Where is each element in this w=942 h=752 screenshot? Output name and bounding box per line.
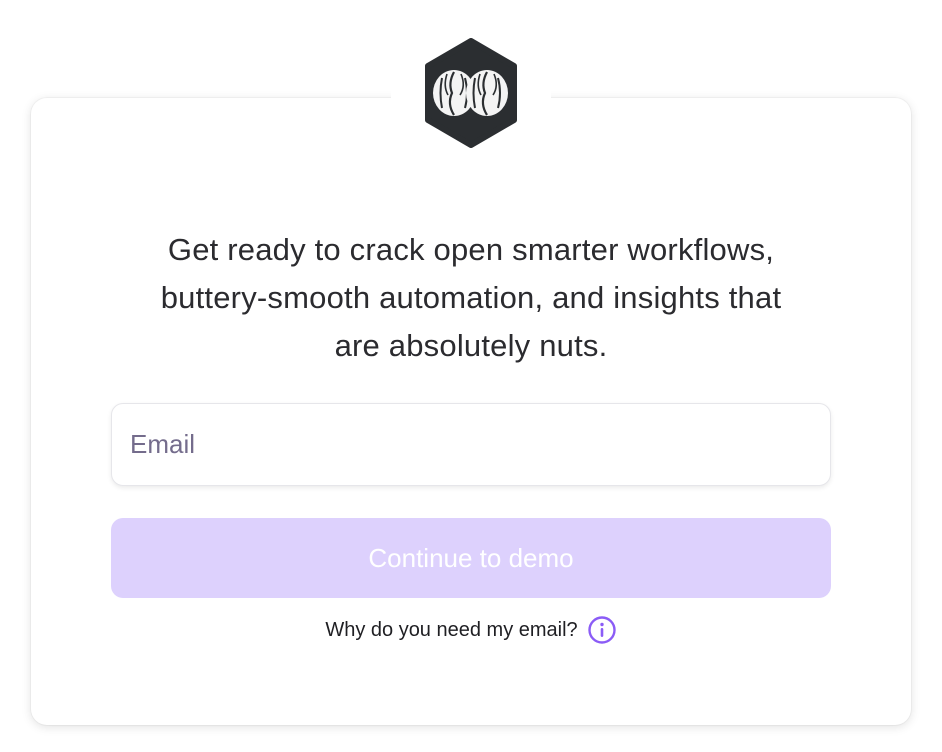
why-email-label: Why do you need my email? [325, 618, 578, 641]
logo-container [391, 38, 551, 150]
tagline-line-2: buttery-smooth automation, and insights … [160, 280, 782, 315]
tagline-line-1: Get ready to crack open smarter workflow… [167, 232, 775, 267]
tagline-line-3: are absolutely nuts. [334, 328, 608, 363]
why-email-row: Why do you need my email? [31, 613, 911, 647]
walnut-logo-icon [425, 38, 517, 148]
email-input[interactable] [111, 403, 831, 486]
tagline: Get ready to crack open smarter workflow… [31, 226, 911, 370]
continue-to-demo-button[interactable]: Continue to demo [111, 518, 831, 598]
info-icon[interactable] [587, 615, 617, 645]
